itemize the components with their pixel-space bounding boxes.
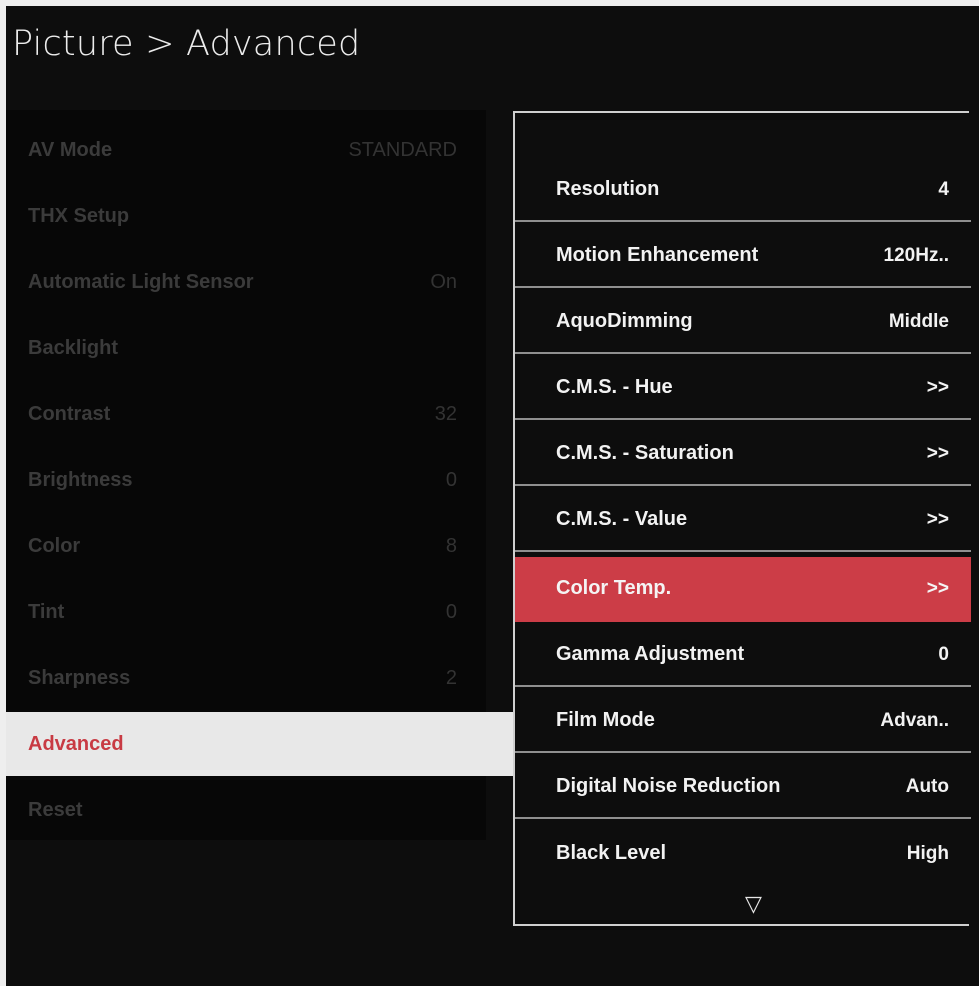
menu-item-label: Sharpness <box>28 666 131 689</box>
submenu-item-label: Color Temp. <box>556 577 672 599</box>
menu-item-label: AV Mode <box>28 138 113 161</box>
menu-item-value: 2 <box>445 666 457 689</box>
submenu-item-cms-saturation[interactable]: C.M.S. - Saturation >> <box>515 423 971 486</box>
menu-item-value: STANDARD <box>348 138 457 161</box>
menu-item-label: Color <box>28 534 81 557</box>
submenu-item-digital-noise-reduction[interactable]: Digital Noise Reduction Auto <box>515 756 971 819</box>
menu-item-label: Automatic Light Sensor <box>28 270 254 293</box>
menu-item-label: THX Setup <box>28 204 130 227</box>
advanced-submenu: Resolution 4 Motion Enhancement 120Hz.. … <box>513 111 971 926</box>
menu-item-brightness[interactable]: Brightness 0 <box>6 448 513 512</box>
submenu-item-resolution[interactable]: Resolution 4 <box>515 159 971 222</box>
menu-item-value: 8 <box>445 534 457 557</box>
submenu-item-label: C.M.S. - Value <box>556 508 688 530</box>
submenu-item-aquodimming[interactable]: AquoDimming Middle <box>515 291 971 354</box>
menu-item-label: Contrast <box>28 402 111 425</box>
menu-item-value: On <box>430 270 457 293</box>
menu-item-advanced[interactable]: Advanced <box>6 712 513 776</box>
submenu-item-label: Gamma Adjustment <box>556 643 745 665</box>
submenu-item-label: C.M.S. - Saturation <box>556 442 734 464</box>
submenu-item-black-level[interactable]: Black Level High <box>515 822 971 885</box>
submenu-item-arrow: >> <box>926 508 949 530</box>
submenu-item-label: C.M.S. - Hue <box>556 376 673 398</box>
submenu-item-arrow: >> <box>926 376 949 398</box>
submenu-item-label: Film Mode <box>556 709 655 731</box>
menu-item-backlight[interactable]: Backlight <box>6 316 513 380</box>
submenu-item-arrow: >> <box>926 442 949 464</box>
menu-item-label: Backlight <box>28 336 119 359</box>
menu-item-sharpness[interactable]: Sharpness 2 <box>6 646 513 710</box>
submenu-item-value: Middle <box>888 310 949 332</box>
submenu-item-label: AquoDimming <box>556 310 693 332</box>
menu-item-label: Tint <box>28 600 65 623</box>
menu-item-label: Reset <box>28 798 83 821</box>
menu-item-value: 0 <box>445 600 457 623</box>
menu-item-color[interactable]: Color 8 <box>6 514 513 578</box>
submenu-item-label: Resolution <box>556 178 660 200</box>
submenu-item-color-temp[interactable]: Color Temp. >> <box>515 557 971 622</box>
submenu-item-value: Auto <box>905 775 949 797</box>
menu-item-av-mode[interactable]: AV Mode STANDARD <box>6 118 513 182</box>
menu-item-automatic-light-sensor[interactable]: Automatic Light Sensor On <box>6 250 513 314</box>
tv-menu-screen: Picture > Advanced AV Mode STANDARD THX … <box>6 6 979 986</box>
submenu-item-value: High <box>906 842 949 864</box>
submenu-item-label: Black Level <box>556 842 667 864</box>
submenu-item-cms-hue[interactable]: C.M.S. - Hue >> <box>515 357 971 420</box>
page-title: Picture > Advanced <box>12 24 361 64</box>
submenu-item-label: Motion Enhancement <box>556 244 759 266</box>
submenu-item-value: Advan.. <box>880 709 949 731</box>
menu-item-reset[interactable]: Reset <box>6 778 513 842</box>
submenu-item-film-mode[interactable]: Film Mode Advan.. <box>515 690 971 753</box>
submenu-item-value: 4 <box>938 178 949 200</box>
picture-menu: AV Mode STANDARD THX Setup Automatic Lig… <box>6 110 513 840</box>
menu-item-label: Advanced <box>28 732 124 755</box>
submenu-item-cms-value[interactable]: C.M.S. - Value >> <box>515 489 971 552</box>
menu-item-value: 0 <box>445 468 457 491</box>
menu-item-contrast[interactable]: Contrast 32 <box>6 382 513 446</box>
submenu-item-motion-enhancement[interactable]: Motion Enhancement 120Hz.. <box>515 225 971 288</box>
menu-item-value: 32 <box>434 402 457 425</box>
submenu-item-value: 120Hz.. <box>883 244 949 266</box>
menu-item-label: Brightness <box>28 468 133 491</box>
menu-item-tint[interactable]: Tint 0 <box>6 580 513 644</box>
submenu-item-value: 0 <box>938 643 949 665</box>
scroll-down-icon[interactable]: ▽ <box>745 891 762 917</box>
submenu-item-gamma-adjustment[interactable]: Gamma Adjustment 0 <box>515 624 971 687</box>
submenu-item-label: Digital Noise Reduction <box>556 775 781 797</box>
submenu-item-arrow: >> <box>926 577 949 599</box>
menu-item-thx-setup[interactable]: THX Setup <box>6 184 513 248</box>
